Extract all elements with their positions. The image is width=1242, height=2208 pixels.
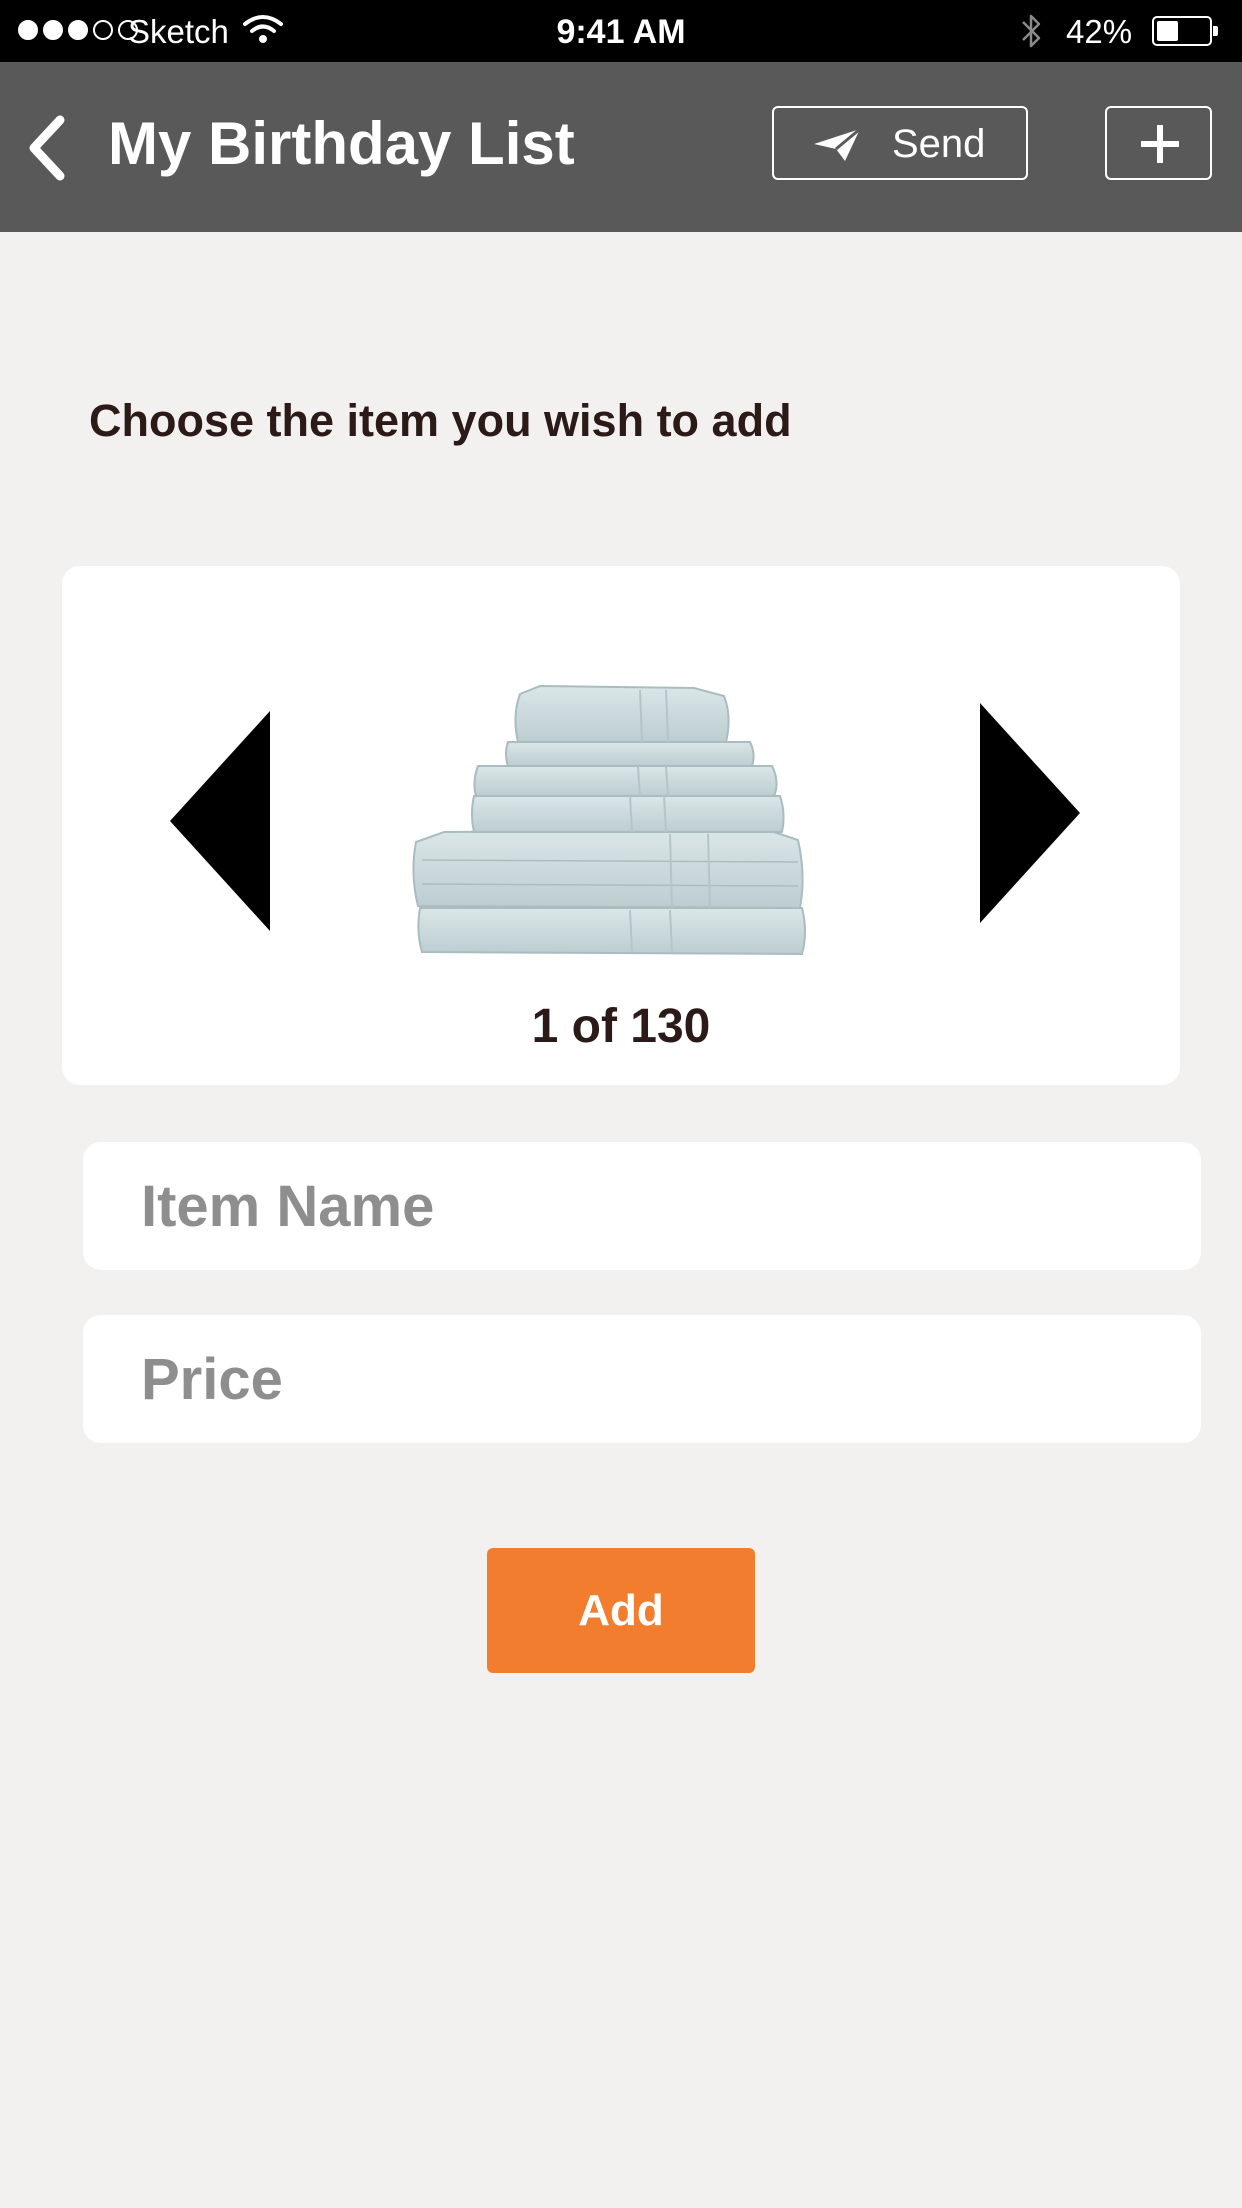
- back-chevron-icon[interactable]: [22, 112, 72, 184]
- price-input[interactable]: [83, 1315, 1201, 1443]
- clock: 9:41 AM: [556, 13, 686, 51]
- add-button[interactable]: Add: [487, 1548, 755, 1673]
- instruction-heading: Choose the item you wish to add: [89, 395, 792, 446]
- screen: Sketch 9:41 AM 42% My Birthday List Send: [0, 0, 1242, 2208]
- send-label: Send: [892, 122, 986, 166]
- item-name-input[interactable]: [83, 1142, 1201, 1270]
- previous-arrow-icon[interactable]: [170, 711, 270, 931]
- item-carousel: 1 of 130: [62, 566, 1180, 1085]
- carousel-counter: 1 of 130: [531, 1000, 711, 1053]
- battery-percentage: 42%: [1066, 13, 1133, 50]
- next-arrow-icon[interactable]: [980, 703, 1080, 923]
- send-button[interactable]: Send: [772, 106, 1028, 180]
- towel-stack-image: [412, 684, 806, 956]
- battery-icon: [1152, 16, 1218, 46]
- status-bar: Sketch 9:41 AM 42%: [0, 0, 1242, 62]
- page-title: My Birthday List: [108, 110, 575, 177]
- nav-bar: My Birthday List Send: [0, 62, 1242, 232]
- add-item-button[interactable]: [1105, 106, 1212, 180]
- paper-plane-icon: [814, 127, 861, 161]
- bluetooth-icon: [1022, 14, 1041, 48]
